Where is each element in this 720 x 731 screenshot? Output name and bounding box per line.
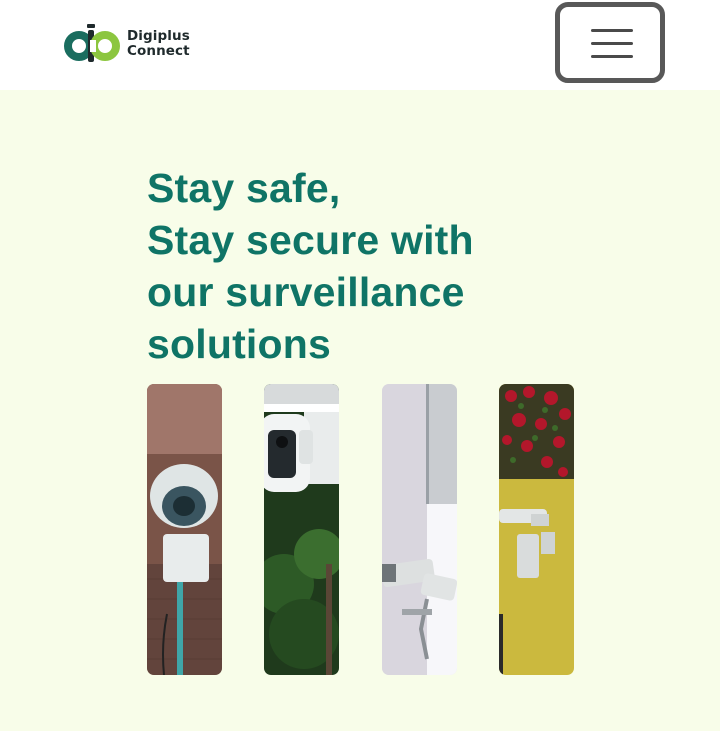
menu-toggle-button[interactable] [555, 2, 665, 83]
hamburger-icon-line [591, 55, 633, 58]
brand-line-1: Digiplus [127, 28, 190, 44]
site-header: Digiplus Connect [0, 0, 720, 90]
hamburger-icon-line [591, 42, 633, 45]
hamburger-icon [591, 29, 633, 32]
brand-name: Digiplus Connect [127, 29, 190, 59]
headline-line: solutions [147, 321, 332, 367]
headline-line: our surveillance [147, 269, 465, 315]
brand-logo[interactable]: Digiplus Connect [62, 22, 190, 66]
hero-headline: Stay safe, Stay secure with our surveill… [147, 162, 567, 370]
gallery-image-camera-flowers [499, 384, 574, 675]
gallery-image-smart-camera [264, 384, 339, 675]
brand-line-2: Connect [127, 43, 190, 59]
headline-line: Stay safe, [147, 165, 341, 211]
gallery-image-bullet-cameras [382, 384, 457, 675]
logo-mark-icon [64, 24, 120, 62]
headline-line: Stay secure with [147, 217, 474, 263]
gallery-image-dome-camera [147, 384, 222, 675]
